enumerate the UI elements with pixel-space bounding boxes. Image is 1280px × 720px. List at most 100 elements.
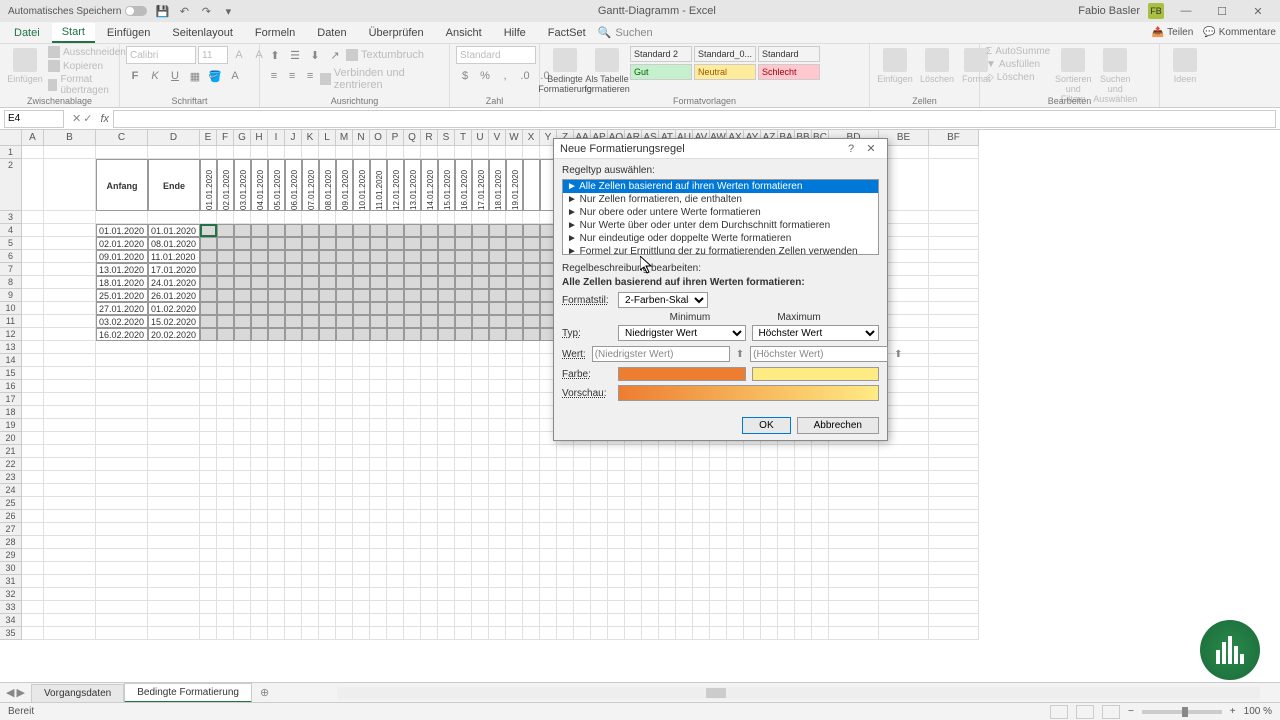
name-box[interactable] <box>4 110 64 128</box>
dialog-help-icon[interactable]: ? <box>841 143 861 155</box>
style-std0[interactable]: Standard_0... <box>694 46 756 62</box>
style-good[interactable]: Gut <box>630 64 692 80</box>
row-header[interactable]: 31 <box>0 575 22 588</box>
ok-button[interactable]: OK <box>742 417 790 434</box>
tab-page-layout[interactable]: Seitenlayout <box>162 24 243 42</box>
col-header[interactable]: Q <box>404 130 421 146</box>
cut-button[interactable]: Ausschneiden <box>48 46 126 58</box>
tab-factset[interactable]: FactSet <box>538 24 596 42</box>
row-header[interactable]: 10 <box>0 302 22 315</box>
undo-icon[interactable]: ↶ <box>177 4 191 18</box>
autosave-toggle[interactable]: Automatisches Speichern <box>8 6 147 17</box>
style-neutral[interactable]: Neutral <box>694 64 756 80</box>
col-header[interactable]: O <box>370 130 387 146</box>
row-header[interactable]: 33 <box>0 601 22 614</box>
increase-decimal-icon[interactable]: .0 <box>516 67 534 85</box>
page-layout-view-icon[interactable] <box>1076 705 1094 719</box>
col-header[interactable]: W <box>506 130 523 146</box>
insert-cells-button[interactable]: Einfügen <box>876 46 914 86</box>
col-header[interactable]: B <box>44 130 96 146</box>
col-header[interactable]: BF <box>929 130 979 146</box>
row-header[interactable]: 5 <box>0 237 22 250</box>
share-button[interactable]: 📤 Teilen <box>1152 27 1194 38</box>
max-color-select[interactable] <box>752 367 880 381</box>
row-header[interactable]: 18 <box>0 406 22 419</box>
col-header[interactable]: N <box>353 130 370 146</box>
tab-insert[interactable]: Einfügen <box>97 24 160 42</box>
col-header[interactable]: L <box>319 130 336 146</box>
comma-icon[interactable]: , <box>496 67 514 85</box>
font-name-select[interactable] <box>126 46 196 64</box>
row-header[interactable]: 27 <box>0 523 22 536</box>
align-top-icon[interactable]: ⬆ <box>266 46 284 64</box>
number-format-select[interactable] <box>456 46 536 64</box>
user-avatar[interactable]: FB <box>1148 3 1164 19</box>
min-type-select[interactable]: Niedrigster Wert <box>618 325 746 341</box>
zoom-out-icon[interactable]: − <box>1128 706 1134 717</box>
autosum-button[interactable]: ΣAutoSumme <box>986 46 1050 57</box>
dialog-titlebar[interactable]: Neue Formatierungsregel ? ✕ <box>554 139 887 159</box>
comments-button[interactable]: 💬 Kommentare <box>1203 27 1276 38</box>
fill-color-icon[interactable]: 🪣 <box>206 67 224 85</box>
add-sheet-icon[interactable]: ⊕ <box>252 686 277 699</box>
col-header[interactable]: A <box>22 130 44 146</box>
horizontal-scrollbar[interactable] <box>337 687 1260 699</box>
normal-view-icon[interactable] <box>1050 705 1068 719</box>
tab-help[interactable]: Hilfe <box>494 24 536 42</box>
delete-cells-button[interactable]: Löschen <box>918 46 956 86</box>
fx-icon[interactable]: fx <box>96 113 113 125</box>
col-header[interactable]: X <box>523 130 540 146</box>
rule-type-item[interactable]: ► Nur eindeutige oder doppelte Werte for… <box>563 232 878 245</box>
zoom-level[interactable]: 100 % <box>1244 706 1272 717</box>
ideas-button[interactable]: Ideen <box>1166 46 1204 86</box>
rule-type-item[interactable]: ► Alle Zellen basierend auf ihren Werten… <box>563 180 878 193</box>
conditional-formatting-button[interactable]: Bedingte Formatierung <box>546 46 584 96</box>
col-header[interactable]: K <box>302 130 319 146</box>
minimize-icon[interactable]: — <box>1172 1 1200 21</box>
tab-formulas[interactable]: Formeln <box>245 24 305 42</box>
align-bottom-icon[interactable]: ⬇ <box>306 46 324 64</box>
percent-icon[interactable]: % <box>476 67 494 85</box>
align-middle-icon[interactable]: ☰ <box>286 46 304 64</box>
align-right-icon[interactable]: ≡ <box>302 67 318 85</box>
row-header[interactable]: 24 <box>0 484 22 497</box>
min-color-select[interactable] <box>618 367 746 381</box>
style-std2[interactable]: Standard 2 <box>630 46 692 62</box>
col-header[interactable]: C <box>96 130 148 146</box>
paste-button[interactable]: Einfügen <box>6 46 44 86</box>
cancel-formula-icon[interactable]: ✕ <box>72 112 81 125</box>
format-painter-button[interactable]: Format übertragen <box>48 74 126 96</box>
col-header[interactable]: J <box>285 130 302 146</box>
row-header[interactable]: 25 <box>0 497 22 510</box>
toggle-switch[interactable] <box>125 6 147 16</box>
col-header[interactable]: U <box>472 130 489 146</box>
col-header[interactable]: M <box>336 130 353 146</box>
col-header[interactable]: G <box>234 130 251 146</box>
maximize-icon[interactable]: ☐ <box>1208 1 1236 21</box>
sheet-tab-vorgangsdaten[interactable]: Vorgangsdaten <box>31 684 124 702</box>
row-header[interactable]: 28 <box>0 536 22 549</box>
max-value-input[interactable] <box>750 346 888 362</box>
orientation-icon[interactable]: ↗ <box>326 46 344 64</box>
cell-styles-gallery[interactable]: Standard 2 Standard_0... Standard Gut Ne… <box>630 46 820 80</box>
col-header[interactable]: I <box>268 130 285 146</box>
align-center-icon[interactable]: ≡ <box>284 67 300 85</box>
row-header[interactable]: 8 <box>0 276 22 289</box>
row-header[interactable]: 22 <box>0 458 22 471</box>
row-header[interactable]: 9 <box>0 289 22 302</box>
col-header[interactable]: D <box>148 130 200 146</box>
row-header[interactable]: 35 <box>0 627 22 640</box>
row-header[interactable]: 20 <box>0 432 22 445</box>
font-color-icon[interactable]: A <box>226 67 244 85</box>
row-header[interactable]: 32 <box>0 588 22 601</box>
formula-input[interactable] <box>113 110 1276 128</box>
italic-icon[interactable]: K <box>146 67 164 85</box>
row-header[interactable]: 16 <box>0 380 22 393</box>
col-header[interactable]: T <box>455 130 472 146</box>
tab-home[interactable]: Start <box>52 23 95 43</box>
copy-button[interactable]: Kopieren <box>48 60 126 72</box>
page-break-view-icon[interactable] <box>1102 705 1120 719</box>
row-header[interactable]: 14 <box>0 354 22 367</box>
border-icon[interactable]: ▦ <box>186 67 204 85</box>
merge-button[interactable]: Verbinden und zentrieren <box>320 67 443 91</box>
